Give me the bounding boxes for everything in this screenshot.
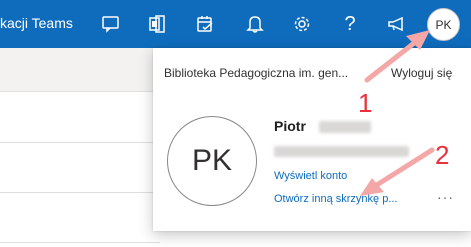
open-other-mailbox-link[interactable]: Otwórz inną skrzynkę p... (274, 193, 398, 205)
tasks-icon[interactable] (193, 12, 217, 36)
app-title[interactable]: kacji Teams (0, 15, 73, 31)
user-name: Piotr (274, 118, 306, 134)
gear-icon[interactable] (290, 12, 314, 36)
megaphone-icon[interactable] (385, 12, 409, 36)
profile-avatar-initials: PK (191, 144, 233, 177)
divider (0, 142, 160, 143)
organization-name: Biblioteka Pedagogiczna im. gen... (164, 66, 349, 80)
avatar-initials: PK (435, 17, 452, 32)
office-icon[interactable] (145, 12, 169, 36)
step-number-1: 1 (358, 88, 373, 118)
redacted-email (274, 146, 409, 157)
chat-icon[interactable] (99, 12, 123, 36)
account-avatar-button[interactable]: PK (427, 8, 460, 41)
sign-out-link[interactable]: Wyloguj się (391, 66, 452, 80)
profile-avatar[interactable]: PK (167, 116, 257, 206)
bell-icon[interactable] (243, 12, 267, 36)
divider (0, 242, 160, 243)
view-account-link[interactable]: Wyświetl konto (274, 170, 347, 182)
redacted-surname (319, 121, 371, 133)
account-manager-panel: Biblioteka Pedagogiczna im. gen... Wylog… (153, 48, 471, 231)
step-number-2: 2 (435, 140, 450, 170)
more-options-icon[interactable]: ··· (437, 189, 454, 205)
suite-header: kacji Teams ? PK (0, 0, 471, 48)
divider (0, 192, 160, 193)
help-icon[interactable]: ? (338, 12, 362, 36)
